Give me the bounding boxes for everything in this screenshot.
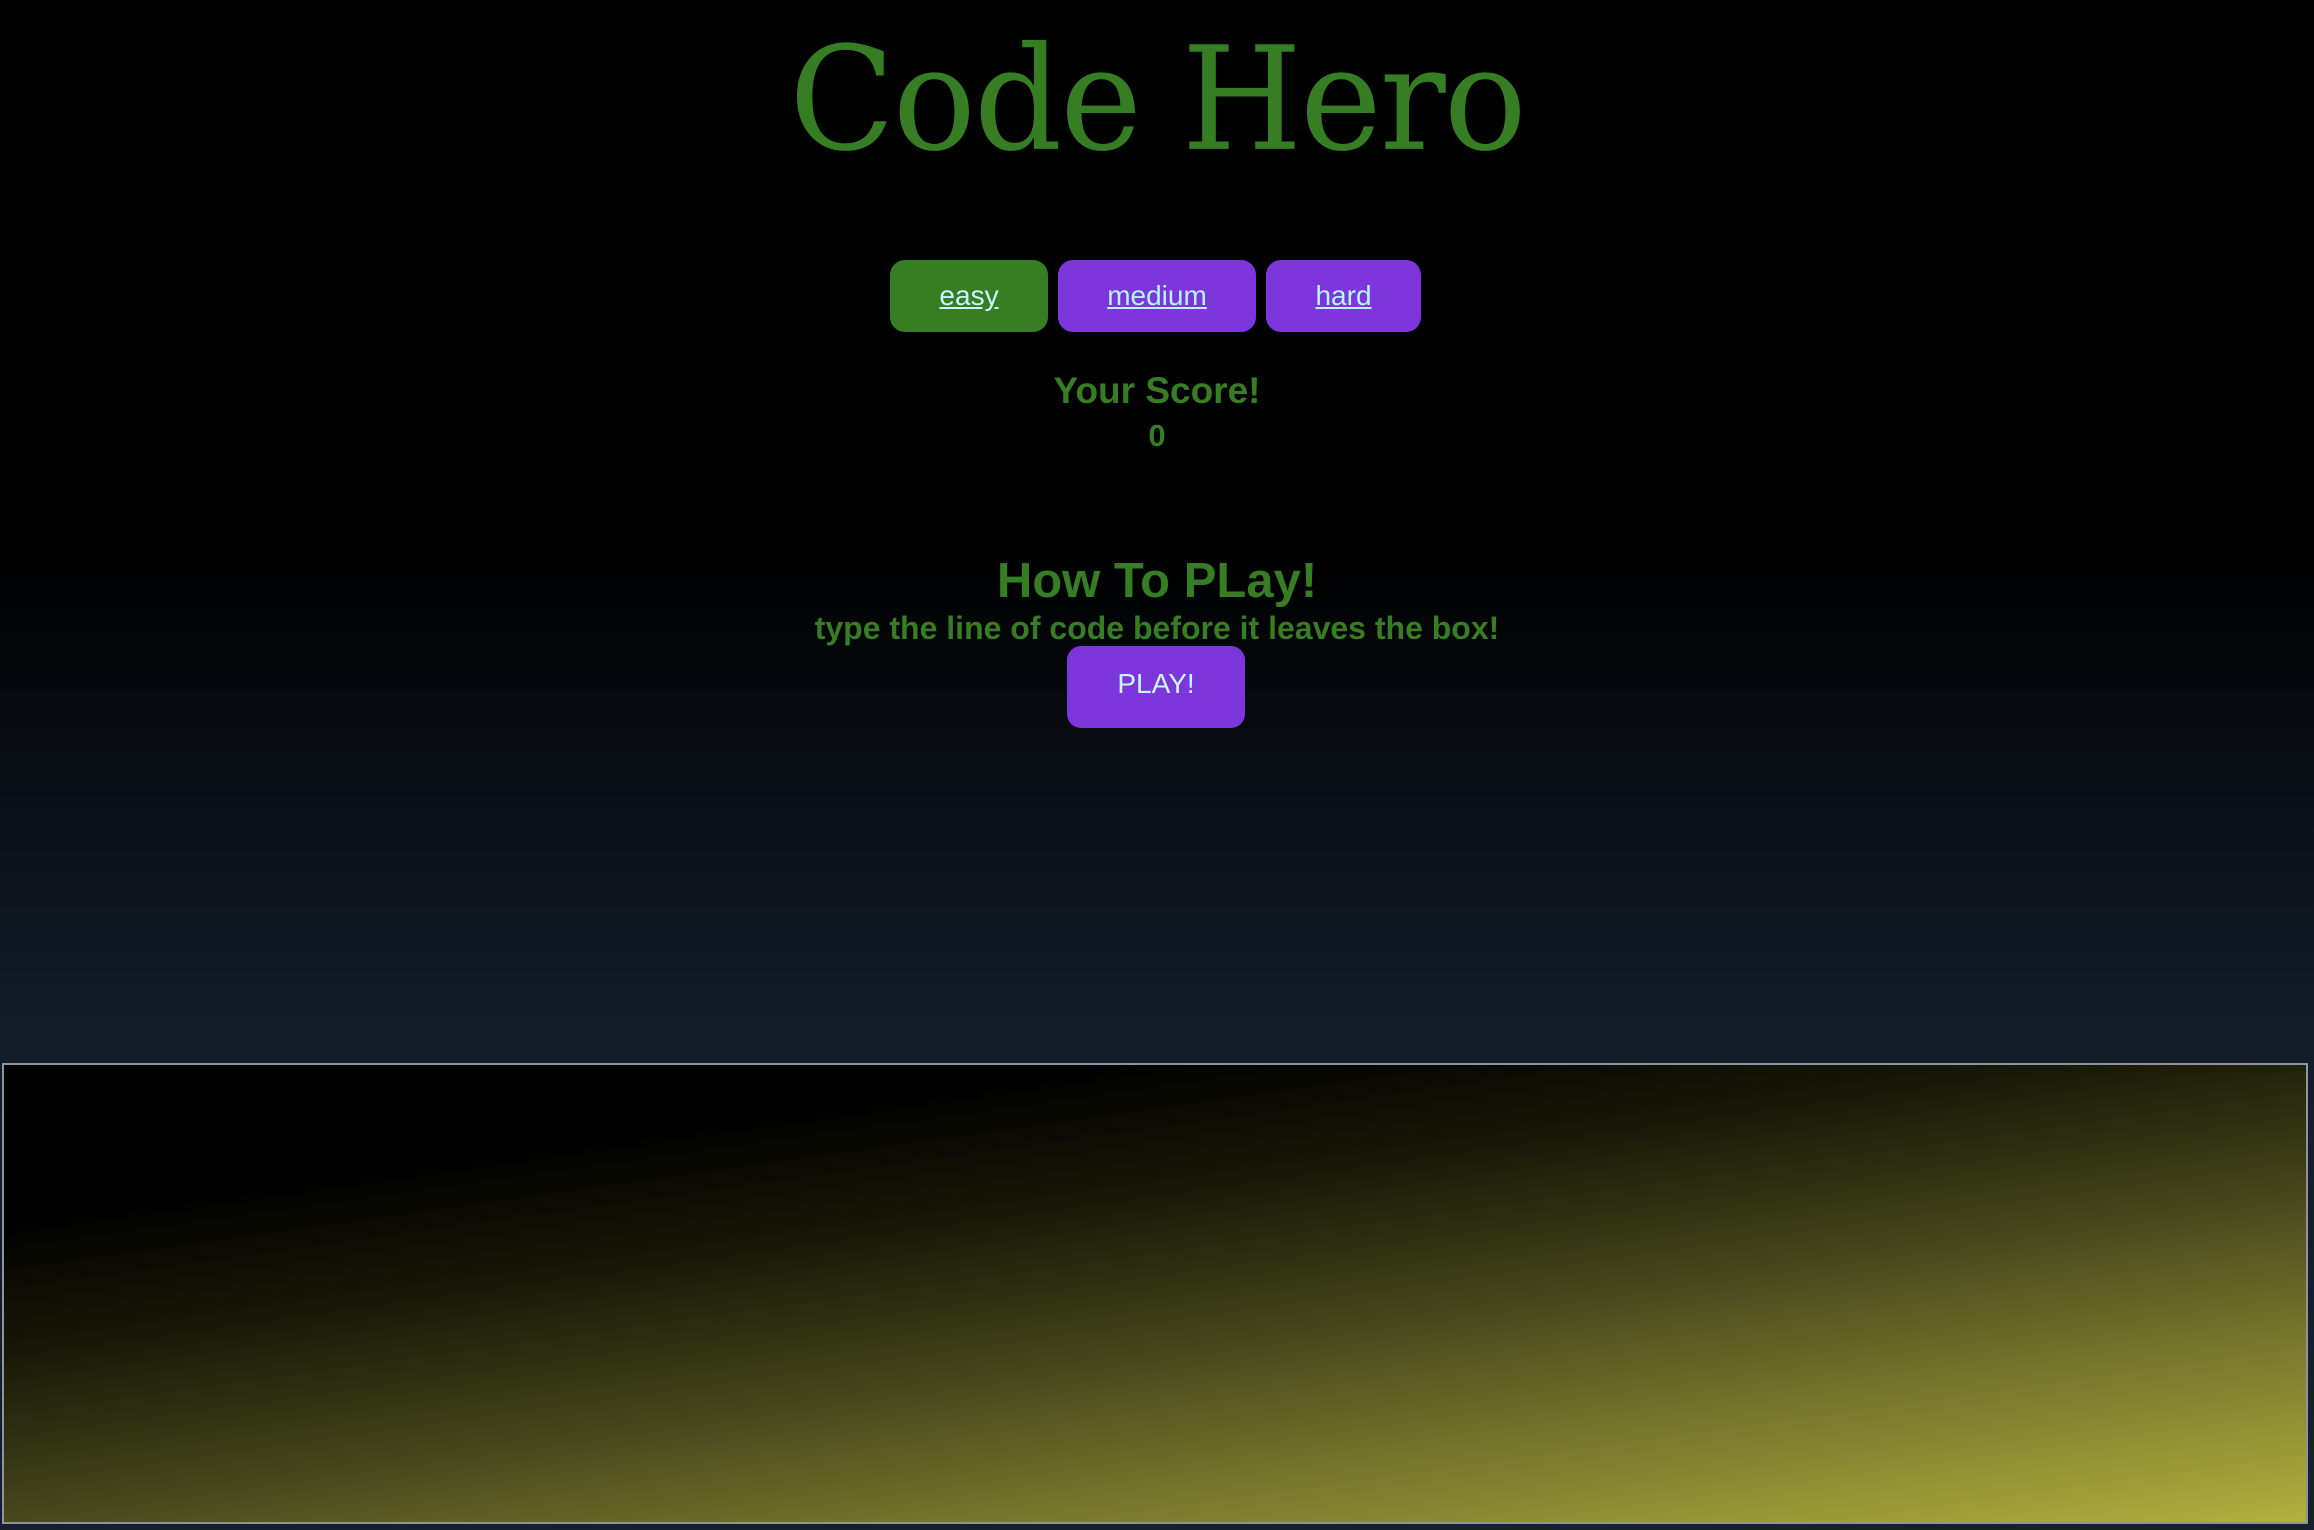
difficulty-selector: easy medium hard	[890, 260, 1421, 332]
difficulty-easy-button[interactable]: easy	[890, 260, 1048, 332]
how-to-play-heading: How To PLay!	[996, 554, 1318, 608]
score-value: 0	[1148, 418, 1166, 453]
game-box	[2, 1063, 2308, 1524]
difficulty-hard-button[interactable]: hard	[1266, 260, 1421, 332]
game-title: Code Hero	[789, 15, 1527, 184]
score-label: Your Score!	[1053, 370, 1261, 411]
how-to-play-text: type the line of code before it leaves t…	[814, 610, 1500, 646]
play-button[interactable]: PLAY!	[1067, 646, 1245, 728]
difficulty-medium-button[interactable]: medium	[1058, 260, 1256, 332]
